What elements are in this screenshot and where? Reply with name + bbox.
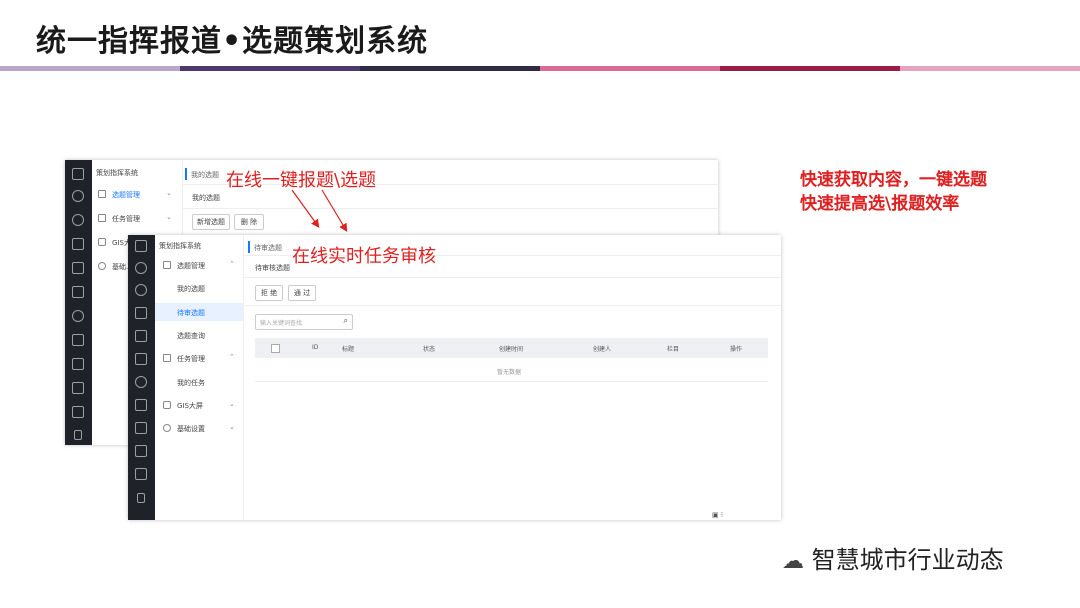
new-topic-button[interactable]: 新增选题 (192, 214, 230, 230)
column-header[interactable]: 操作 (730, 344, 742, 353)
search-icon[interactable]: ⌕ (344, 316, 348, 326)
annotation-arrows (291, 189, 348, 233)
task-icon (163, 354, 171, 362)
stripe-segment (900, 66, 1080, 71)
divider (243, 305, 781, 306)
breadcrumb: 待审核选题 (255, 264, 290, 272)
tab-indicator (248, 241, 250, 253)
column-header[interactable]: 标题 (342, 344, 354, 353)
send-icon[interactable] (135, 468, 147, 480)
task-icon (98, 214, 106, 222)
app-title: 策划指挥系统 (96, 169, 138, 177)
breadcrumb: 我的选题 (192, 194, 220, 202)
annotation-realtime-review: 在线实时任务审核 (292, 246, 436, 267)
slide-title: 统一指挥报道•选题策划系统 (36, 24, 429, 59)
column-header[interactable]: 状态 (423, 344, 435, 353)
image-icon[interactable] (135, 307, 147, 319)
grid-icon[interactable] (72, 382, 84, 394)
nav-my-tasks[interactable]: 我的任务 (177, 378, 205, 388)
image-icon[interactable] (72, 238, 84, 250)
mobile-icon[interactable] (137, 493, 145, 503)
chevron-down-icon[interactable]: ⌄ (229, 400, 235, 408)
column-header[interactable]: 创建人 (593, 344, 611, 353)
stripe-segment (0, 66, 180, 71)
nav-gis-screen[interactable]: GIS大屏 (177, 401, 203, 411)
settings-icon (98, 262, 106, 270)
text-icon[interactable] (135, 399, 147, 411)
stripe-segment (540, 66, 720, 71)
pass-button[interactable]: 通 过 (288, 285, 316, 301)
side-note-line: 快速获取内容，一键选题 (800, 170, 987, 190)
column-header[interactable]: ID (312, 344, 318, 351)
document-icon[interactable] (72, 358, 84, 370)
gear-icon[interactable] (72, 214, 84, 226)
table-header: ID 标题 状态 创建时间 创建人 栏目 操作 (255, 338, 768, 358)
video-icon[interactable] (72, 262, 84, 274)
chevron-down-icon[interactable]: ⌄ (229, 423, 235, 431)
search-placeholder: 输入关键词查找 (260, 320, 303, 327)
nav-basic-settings[interactable]: 基础设置 (177, 424, 205, 434)
nav-task-management[interactable]: 任务管理 (112, 214, 140, 224)
phone-icon[interactable] (135, 262, 147, 274)
table-body: 暂无数据 (255, 359, 768, 382)
gis-icon (163, 401, 171, 409)
menu-icon[interactable] (135, 240, 147, 252)
icon-sidebar (65, 160, 92, 445)
wechat-icon: ☁ (782, 549, 804, 574)
cloud-icon[interactable] (135, 376, 147, 388)
stripe-segment (180, 66, 360, 71)
reject-button[interactable]: 拒 绝 (255, 285, 283, 301)
nav-topic-query[interactable]: 选题查询 (177, 331, 205, 341)
tab-pending-topics[interactable]: 待审选题 (254, 243, 282, 253)
chevron-down-icon[interactable]: ⌄ (166, 213, 172, 221)
screenshot-pending-review: 策划指挥系统 选题管理 ⌃ 我的选题 待审选题 选题查询 任务管理 ⌃ 我的任务… (128, 235, 781, 520)
phone-icon[interactable] (72, 190, 84, 202)
nav-my-topics[interactable]: 我的选题 (177, 284, 205, 294)
send-icon[interactable] (72, 406, 84, 418)
chart-icon[interactable] (135, 353, 147, 365)
gear-icon[interactable] (135, 284, 147, 296)
tab-my-topics[interactable]: 我的选题 (191, 170, 219, 180)
divider (243, 277, 781, 278)
video-icon[interactable] (135, 330, 147, 342)
side-note-line: 快速提高选\报题效率 (800, 194, 960, 214)
settings-icon (163, 424, 171, 432)
menu-icon[interactable] (72, 168, 84, 180)
chevron-up-icon[interactable]: ⌃ (229, 353, 235, 361)
tab-indicator (185, 168, 187, 180)
document-icon[interactable] (135, 422, 147, 434)
search-input[interactable]: 输入关键词查找 ⌕ (255, 314, 353, 330)
chevron-up-icon[interactable]: ⌃ (229, 260, 235, 268)
nav-pending-topics[interactable]: 待审选题 (177, 308, 205, 318)
select-all-checkbox[interactable] (271, 344, 280, 353)
grid-icon[interactable] (135, 445, 147, 457)
nav-topic-management[interactable]: 选题管理 (177, 261, 205, 271)
divider (182, 208, 718, 209)
watermark: ☁ 智慧城市行业动态 (782, 540, 1004, 575)
column-header[interactable]: 创建时间 (499, 344, 523, 353)
text-icon[interactable] (72, 334, 84, 346)
nav-topic-management[interactable]: 选题管理 (112, 190, 140, 200)
nav-task-management[interactable]: 任务管理 (177, 354, 205, 364)
topic-icon (98, 190, 106, 198)
chart-icon[interactable] (72, 286, 84, 298)
icon-sidebar (128, 235, 155, 520)
watermark-text: 智慧城市行业动态 (811, 546, 1004, 574)
gis-icon (98, 238, 106, 246)
empty-state-text: 暂无数据 (497, 369, 522, 376)
stripe-segment (360, 66, 540, 71)
delete-button[interactable]: 删 除 (234, 214, 264, 230)
stripe-segment (720, 66, 900, 71)
side-note: 快速获取内容，一键选题 快速提高选\报题效率 (800, 168, 987, 216)
column-header[interactable]: 栏目 (667, 344, 679, 353)
chevron-down-icon[interactable]: ⌄ (166, 189, 172, 197)
arrow-line (321, 189, 348, 233)
app-title: 策划指挥系统 (159, 242, 201, 250)
corner-icon: ▣ ⁝ (712, 511, 724, 519)
cloud-icon[interactable] (72, 310, 84, 322)
arrow-line (291, 189, 320, 228)
topic-icon (163, 261, 171, 269)
mobile-icon[interactable] (74, 430, 82, 440)
